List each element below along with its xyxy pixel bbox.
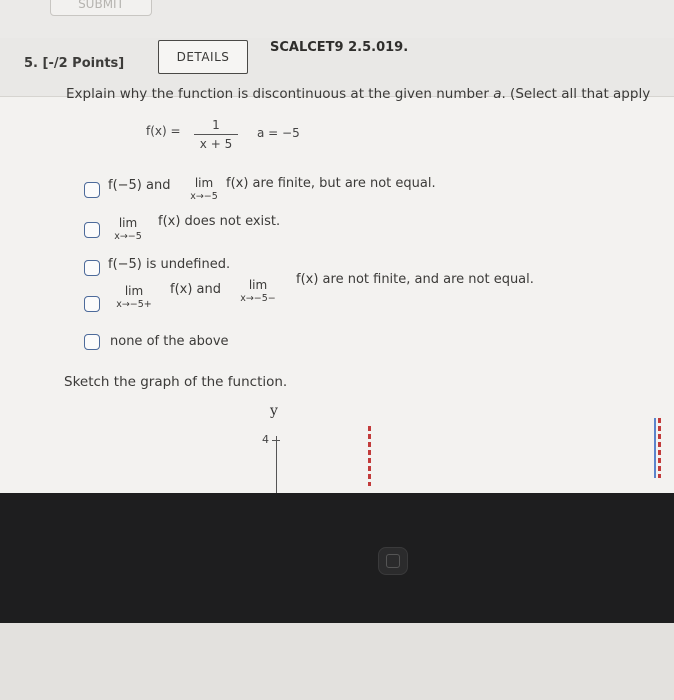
option-1-limit: lim x→−5 xyxy=(190,176,218,202)
y-axis-label: y xyxy=(270,403,278,419)
background-surface xyxy=(0,623,674,700)
option-4-limit-left: lim x→−5− xyxy=(240,278,276,304)
option-4-limit-right: lim x→−5+ xyxy=(116,284,152,310)
function-definition: f(x) = 1 x + 5 a = −5 xyxy=(146,118,300,151)
fraction-denominator: x + 5 xyxy=(199,137,233,151)
given-number: a = −5 xyxy=(257,126,300,140)
option-4-checkbox[interactable] xyxy=(84,296,100,312)
option-2-checkbox[interactable] xyxy=(84,222,100,238)
graph-edge-red xyxy=(658,418,661,478)
y-tick-4 xyxy=(272,440,280,441)
camera-icon xyxy=(378,547,408,575)
option-3-checkbox[interactable] xyxy=(84,260,100,276)
question-id: SCALCET9 2.5.019. xyxy=(270,40,409,55)
option-3-label: f(−5) is undefined. xyxy=(108,257,231,272)
graph-edge-blue xyxy=(654,418,656,478)
fraction-bar xyxy=(194,134,238,135)
device-bezel xyxy=(0,493,674,623)
y-tick-label-4: 4 xyxy=(262,433,269,446)
function-label: f(x) = xyxy=(146,124,181,138)
asymptote-marker[interactable] xyxy=(368,426,371,486)
option-5-label: none of the above xyxy=(110,334,229,349)
sketch-prompt: Sketch the graph of the function. xyxy=(64,374,288,390)
question-prompt: Explain why the function is discontinuou… xyxy=(66,86,651,102)
option-1-label: f(−5) and lim x→−5 f(x) are finite, but … xyxy=(108,176,436,202)
submit-button[interactable]: SUBMIT xyxy=(50,0,152,16)
fraction-numerator: 1 xyxy=(212,118,220,132)
option-2-limit: lim x→−5 xyxy=(114,216,142,242)
function-fraction: 1 x + 5 xyxy=(194,118,238,151)
question-panel: 5. [-/2 Points] DETAILS SCALCET9 2.5.019… xyxy=(0,38,674,496)
points-label: 5. [-/2 Points] xyxy=(24,56,125,71)
y-axis xyxy=(276,436,277,496)
top-strip: SUBMIT xyxy=(0,0,674,39)
details-button[interactable]: DETAILS xyxy=(158,40,248,74)
option-1-checkbox[interactable] xyxy=(84,182,100,198)
option-5-checkbox[interactable] xyxy=(84,334,100,350)
